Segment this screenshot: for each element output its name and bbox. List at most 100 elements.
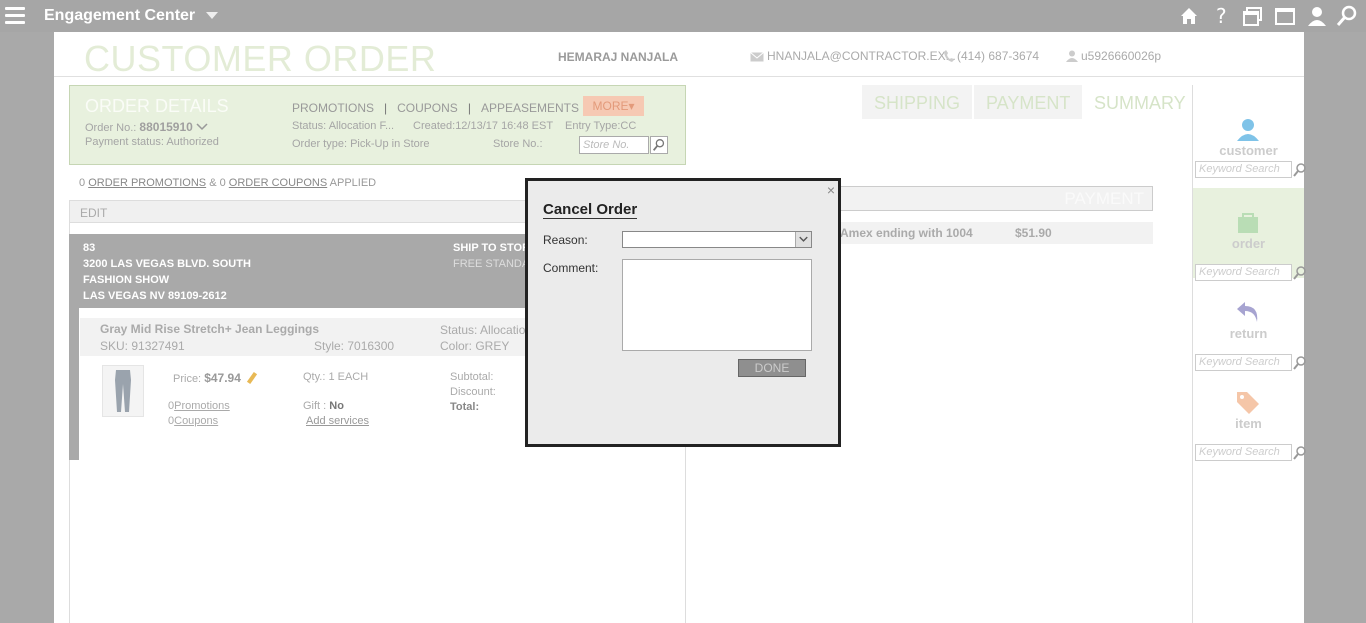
search-icon[interactable] — [1293, 161, 1306, 178]
customer-id-text: u5926660026p — [1081, 49, 1162, 63]
customer-email[interactable]: HNANJALA@CONTRACTOR.EX... — [750, 49, 956, 63]
chevron-down-icon[interactable] — [795, 232, 811, 247]
order-details-title: ORDER DETAILS — [85, 96, 229, 116]
close-icon[interactable]: × — [827, 182, 835, 198]
svg-text:?: ? — [1216, 5, 1227, 27]
product-image[interactable] — [102, 365, 144, 417]
windows-icon[interactable] — [1242, 5, 1264, 27]
payment-amount: $51.90 — [1015, 226, 1052, 240]
price-value: $47.94 — [204, 371, 241, 385]
app-title: Engagement Center — [44, 7, 196, 24]
ship-method: FREE STANDA — [453, 258, 530, 270]
promotions-link[interactable]: PROMOTIONS — [292, 101, 374, 115]
item-coupons: 0Coupons — [168, 415, 218, 427]
gift-label: Gift : — [303, 400, 327, 412]
price-label: Price: — [173, 373, 202, 385]
coupon-count: 0 — [219, 177, 226, 189]
home-icon[interactable] — [1178, 5, 1200, 27]
phone-text: (414) 687-3674 — [957, 49, 1040, 63]
customer-name[interactable]: HEMARAJ NANJALA — [558, 50, 678, 64]
leggings-image — [115, 370, 131, 412]
payment-row: Amex ending with 1004 $51.90 — [834, 222, 1153, 244]
order-promotions-link[interactable]: ORDER PROMOTIONS — [88, 177, 206, 189]
address-line: 3200 LAS VEGAS BLVD. SOUTH — [83, 258, 251, 270]
appeasements-link[interactable]: APPEASEMENTS — [481, 101, 579, 115]
item-price: Price: $47.94 — [173, 371, 258, 385]
tab-summary[interactable]: SUMMARY — [1082, 85, 1198, 119]
order-created: Created:12/13/17 16:48 EST — [413, 120, 554, 132]
sidebar-label: order — [1231, 236, 1266, 251]
return-arrow-icon — [1237, 302, 1258, 322]
help-icon[interactable]: ? — [1210, 5, 1232, 27]
menu-icon[interactable] — [5, 7, 25, 25]
more-label: MORE — [592, 99, 629, 113]
sidebar-item-customer[interactable]: customer Keyword Search — [1193, 85, 1306, 178]
item-name[interactable]: Gray Mid Rise Stretch+ Jean Leggings — [100, 322, 319, 336]
address-line: LAS VEGAS NV 89109-2612 — [83, 290, 227, 302]
store-number-input[interactable]: Store No. — [579, 136, 649, 154]
tab-payment[interactable]: PAYMENT — [974, 85, 1083, 119]
address-line: 83 — [83, 242, 96, 254]
separator: | — [384, 101, 388, 115]
applied-summary: 0 ORDER PROMOTIONS & 0 ORDER COUPONS APP… — [79, 177, 376, 189]
search-sidebar: customer Keyword Search order Keyword Se… — [1192, 85, 1306, 623]
phone-icon — [944, 50, 954, 62]
item-coupons-link[interactable]: Coupons — [174, 415, 218, 427]
order-coupons-link[interactable]: ORDER COUPONS — [229, 177, 327, 189]
order-status: Status: Allocation F... — [292, 120, 395, 132]
customer-phone[interactable]: (414) 687-3674 — [944, 49, 1039, 63]
item-style: Style: 7016300 — [314, 339, 395, 353]
customer-search-input[interactable]: Keyword Search — [1195, 161, 1292, 178]
subtotal-label: Subtotal: — [450, 371, 494, 383]
user-icon[interactable] — [1306, 5, 1328, 27]
item-promotions: 0Promotions — [168, 400, 230, 412]
item-promotions-link[interactable]: Promotions — [174, 400, 230, 412]
order-type: Order type: Pick-Up in Store — [292, 138, 430, 150]
search-icon[interactable] — [1336, 5, 1358, 27]
coupons-link[interactable]: COUPONS — [397, 101, 458, 115]
reason-label: Reason: — [543, 233, 588, 247]
payment-section-header: PAYMENT — [834, 186, 1153, 211]
chevron-down-icon[interactable] — [196, 123, 208, 131]
sidebar-label: item — [1235, 416, 1262, 431]
applied-suffix: APPLIED — [329, 177, 377, 189]
item-totals: Subtotal: Discount: Total: — [450, 370, 496, 415]
sidebar-item-item[interactable]: item Keyword Search — [1193, 368, 1306, 461]
sidebar-label: return — [1229, 326, 1268, 341]
more-button[interactable]: MORE▾ — [583, 96, 644, 116]
window-icon[interactable] — [1274, 5, 1296, 27]
order-no-value[interactable]: 88015910 — [139, 120, 192, 134]
dialog-title: Cancel Order — [543, 201, 638, 219]
shopping-bag-icon — [1238, 213, 1258, 233]
comment-label: Comment: — [543, 261, 599, 275]
ship-to-label: SHIP TO STOR — [453, 242, 531, 254]
caret-down-icon[interactable] — [206, 12, 218, 19]
order-number: Order No.: 88015910 — [85, 120, 208, 134]
add-services-link[interactable]: Add services — [306, 415, 369, 427]
reason-select[interactable] — [622, 231, 812, 248]
store-no-label: Store No.: — [493, 138, 543, 150]
sidebar-item-return[interactable]: return Keyword Search — [1193, 278, 1306, 371]
customer-id[interactable]: u5926660026p — [1066, 49, 1161, 63]
person-icon — [1066, 50, 1078, 62]
done-button[interactable]: DONE — [738, 359, 806, 377]
amp: & — [209, 177, 217, 189]
item-search-input[interactable]: Keyword Search — [1195, 444, 1292, 461]
tab-shipping[interactable]: SHIPPING — [862, 85, 973, 119]
ship-to-info: SHIP TO STOR FREE STANDA — [453, 240, 530, 272]
cancel-order-dialog: × Cancel Order Reason: Comment: DONE — [525, 178, 841, 447]
order-action-links: PROMOTIONS|COUPONS|APPEASEMENTS| — [292, 101, 602, 115]
payment-method: Amex ending with 1004 — [840, 226, 973, 240]
customer-icon — [1237, 119, 1259, 141]
customer-header: CUSTOMER ORDER HEMARAJ NANJALA HNANJALA@… — [54, 32, 1304, 79]
sidebar-item-order[interactable]: order Keyword Search — [1193, 188, 1306, 281]
email-text: HNANJALA@CONTRACTOR.EX... — [767, 49, 956, 63]
line-indicator — [69, 308, 79, 460]
search-icon[interactable] — [1293, 444, 1306, 461]
comment-textarea[interactable] — [622, 259, 812, 351]
order-no-label: Order No.: — [85, 122, 137, 134]
gift-value: No — [329, 400, 344, 412]
sidebar-label: customer — [1219, 143, 1278, 158]
store-search-icon[interactable] — [650, 136, 668, 154]
top-bar: Engagement Center ? — [0, 0, 1366, 32]
